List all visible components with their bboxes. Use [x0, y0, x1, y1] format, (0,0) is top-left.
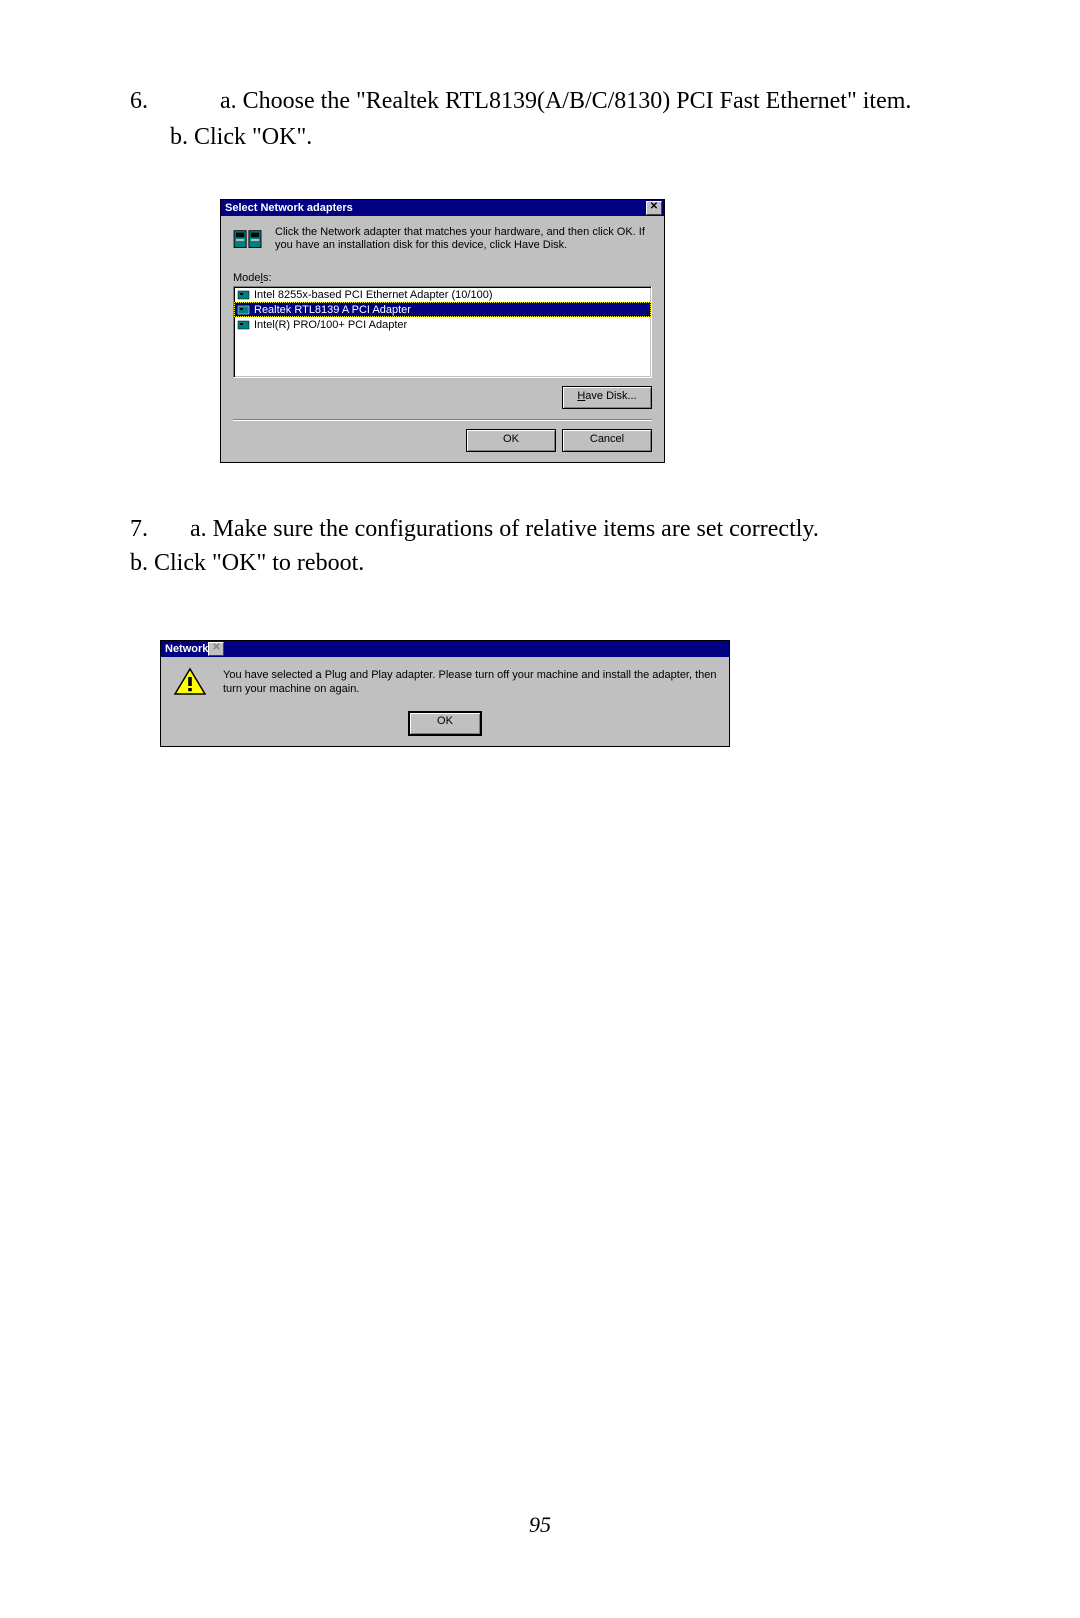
- step7-line-b: b. Click "OK" to reboot.: [130, 547, 950, 581]
- list-item[interactable]: Realtek RTL8139 A PCI Adapter: [234, 302, 651, 317]
- ok-button[interactable]: OK: [408, 711, 482, 736]
- step6-line-b: b. Click "OK".: [130, 121, 950, 155]
- close-icon[interactable]: ✕: [646, 201, 662, 215]
- step6-text: 6. a. Choose the "Realtek RTL8139(A/B/C/…: [130, 85, 950, 154]
- dialog-titlebar: Select Network adapters ✕: [221, 200, 664, 216]
- step6-line-a: a. Choose the "Realtek RTL8139(A/B/C/813…: [190, 85, 950, 119]
- step7-text: 7. a. Make sure the configurations of re…: [130, 513, 950, 580]
- have-disk-button[interactable]: Have Disk...: [562, 386, 652, 409]
- list-item-label: Intel 8255x-based PCI Ethernet Adapter (…: [254, 289, 493, 301]
- list-item-label: Realtek RTL8139 A PCI Adapter: [254, 304, 411, 316]
- step7-line-a: a. Make sure the configurations of relat…: [190, 513, 950, 547]
- adapter-card-icon: [237, 319, 251, 331]
- warning-icon: [173, 667, 207, 697]
- close-icon: ✕: [208, 642, 224, 656]
- dialog-message: You have selected a Plug and Play adapte…: [223, 667, 717, 697]
- dialog-title: Network: [165, 643, 208, 655]
- select-network-adapters-dialog: Select Network adapters ✕: [220, 199, 665, 463]
- dialog-info-text: Click the Network adapter that matches y…: [275, 226, 652, 252]
- models-listbox[interactable]: Intel 8255x-based PCI Ethernet Adapter (…: [233, 286, 652, 378]
- dialog-title: Select Network adapters: [225, 202, 646, 214]
- adapter-card-icon: [237, 304, 251, 316]
- step6-number: 6.: [130, 85, 190, 119]
- network-adapter-icon: [233, 226, 263, 254]
- list-item[interactable]: Intel 8255x-based PCI Ethernet Adapter (…: [234, 287, 651, 302]
- page-number: 95: [0, 1512, 1080, 1538]
- step7-number: 7.: [130, 513, 190, 547]
- list-item[interactable]: Intel(R) PRO/100+ PCI Adapter: [234, 317, 651, 332]
- adapter-card-icon: [237, 289, 251, 301]
- dialog-titlebar: Network ✕: [161, 641, 729, 657]
- ok-button[interactable]: OK: [466, 429, 556, 452]
- cancel-button[interactable]: Cancel: [562, 429, 652, 452]
- models-label: Models:: [233, 272, 652, 284]
- dialog-separator: [233, 419, 652, 421]
- network-message-dialog: Network ✕ You have selected a Plug and P…: [160, 640, 730, 747]
- list-item-label: Intel(R) PRO/100+ PCI Adapter: [254, 319, 407, 331]
